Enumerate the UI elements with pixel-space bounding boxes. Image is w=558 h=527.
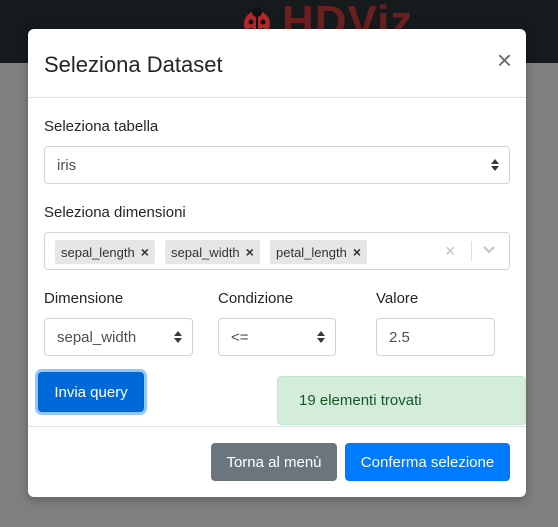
chip-label: sepal_length bbox=[61, 244, 135, 260]
dimension-select-value: sepal_width bbox=[57, 328, 137, 346]
dimension-chip: petal_length × bbox=[270, 240, 368, 264]
dimension-chip: sepal_width × bbox=[165, 240, 260, 264]
chip-remove-icon[interactable]: × bbox=[353, 244, 367, 260]
condition-select[interactable]: <= bbox=[218, 318, 336, 356]
dimension-chip: sepal_length × bbox=[55, 240, 155, 264]
condition-select-value: <= bbox=[231, 328, 249, 346]
chip-label: petal_length bbox=[276, 244, 347, 260]
dimensions-label: Seleziona dimensioni bbox=[44, 204, 186, 221]
clear-all-icon[interactable]: × bbox=[445, 241, 456, 261]
dimension-select[interactable]: sepal_width bbox=[44, 318, 193, 356]
modal-title: Seleziona Dataset bbox=[44, 52, 223, 77]
chip-label: sepal_width bbox=[171, 244, 240, 260]
chip-remove-icon[interactable]: × bbox=[246, 244, 260, 260]
chip-remove-icon[interactable]: × bbox=[141, 244, 155, 260]
dimensions-multiselect[interactable]: sepal_length × sepal_width × petal_lengt… bbox=[44, 232, 510, 270]
confirm-selection-button[interactable]: Conferma selezione bbox=[345, 443, 510, 481]
value-input[interactable]: 2.5 bbox=[376, 318, 495, 356]
chevron-down-icon[interactable] bbox=[483, 246, 495, 254]
condition-label: Condizione bbox=[218, 290, 294, 307]
table-select-value: iris bbox=[57, 156, 77, 174]
select-arrows-icon bbox=[317, 331, 325, 343]
modal-footer-divider bbox=[28, 426, 526, 427]
value-label: Valore bbox=[376, 290, 419, 307]
indicator-separator bbox=[471, 241, 472, 261]
select-dataset-modal: Seleziona Dataset × Seleziona tabella ir… bbox=[28, 29, 526, 497]
send-query-button[interactable]: Invia query bbox=[38, 372, 144, 412]
result-alert: 19 elementi trovati bbox=[277, 376, 526, 425]
back-to-menu-button[interactable]: Torna al menù bbox=[211, 443, 337, 481]
select-arrows-icon bbox=[174, 331, 182, 343]
dimension-label: Dimensione bbox=[44, 290, 124, 307]
close-button[interactable]: × bbox=[497, 47, 512, 73]
table-select[interactable]: iris bbox=[44, 146, 510, 184]
select-arrows-icon bbox=[491, 159, 499, 171]
modal-header: Seleziona Dataset × bbox=[28, 29, 526, 98]
table-label: Seleziona tabella bbox=[44, 118, 159, 135]
